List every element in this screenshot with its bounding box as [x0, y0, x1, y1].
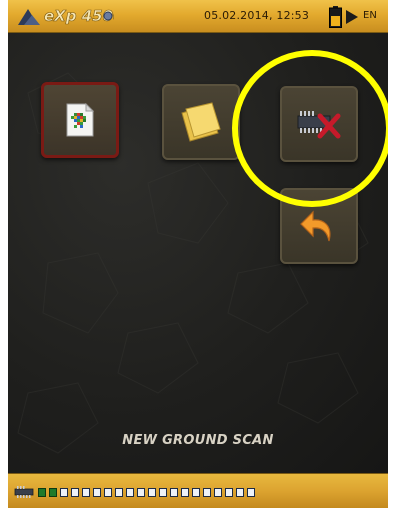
- memory-slot: [49, 488, 57, 497]
- memory-slot: [126, 488, 134, 497]
- files-button[interactable]: [162, 84, 240, 160]
- memory-slot: [214, 488, 222, 497]
- memory-bar: [8, 473, 388, 508]
- device-frame: eXp 4500 05.02.2014, 12:53 EN: [8, 0, 388, 508]
- memory-slot: [60, 488, 68, 497]
- memory-slot: [236, 488, 244, 497]
- folders-icon: [181, 102, 221, 142]
- memory-slot: [181, 488, 189, 497]
- memory-slot: [225, 488, 233, 497]
- new-ground-scan-button[interactable]: [41, 82, 119, 158]
- datetime: 05.02.2014, 12:53: [204, 9, 310, 22]
- battery-icon: [329, 6, 342, 28]
- memory-slots: [38, 488, 255, 497]
- brand-logo: eXp 4500: [18, 7, 114, 25]
- memory-slot: [192, 488, 200, 497]
- highlight-circle: [232, 50, 388, 207]
- memory-slot: [148, 488, 156, 497]
- memory-slot: [82, 488, 90, 497]
- main-screen: NEW GROUND SCAN: [8, 33, 388, 473]
- memory-slot: [93, 488, 101, 497]
- back-arrow-icon: [300, 210, 331, 242]
- memory-slot: [203, 488, 211, 497]
- memory-chip-icon: [14, 486, 34, 498]
- language-indicator[interactable]: EN: [363, 10, 377, 21]
- memory-slot: [104, 488, 112, 497]
- memory-slot: [71, 488, 79, 497]
- memory-slot: [115, 488, 123, 497]
- memory-slot: [247, 488, 255, 497]
- memory-slot: [170, 488, 178, 497]
- scan-file-icon: [66, 103, 94, 137]
- play-icon: [346, 10, 358, 24]
- memory-slot: [137, 488, 145, 497]
- mode-label: NEW GROUND SCAN: [122, 433, 274, 448]
- status-bar: eXp 4500 05.02.2014, 12:53 EN: [8, 0, 388, 33]
- memory-slot: [38, 488, 46, 497]
- memory-slot: [159, 488, 167, 497]
